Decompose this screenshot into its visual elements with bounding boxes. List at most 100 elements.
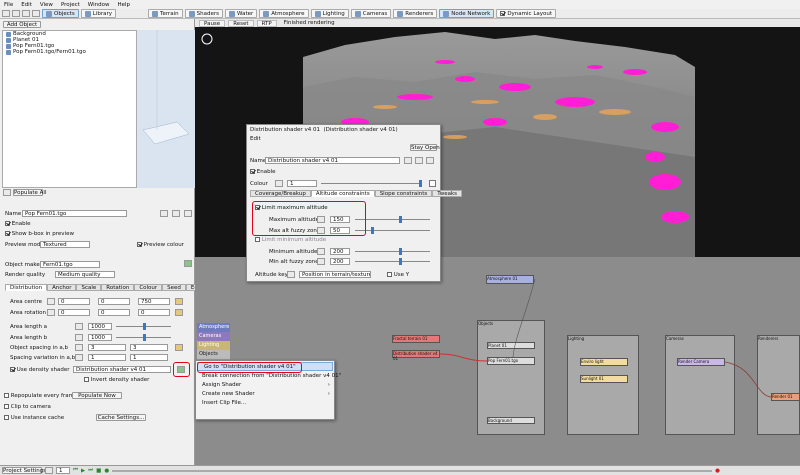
invert-density-toggle[interactable]: Invert density shader <box>84 377 149 383</box>
copy-icon[interactable] <box>172 210 180 217</box>
clip-camera-checkbox[interactable] <box>4 404 9 409</box>
cache-settings-button[interactable]: Cache Settings... <box>96 414 146 421</box>
tab-coverage[interactable]: Coverage/Breakup <box>250 190 311 197</box>
max-alt-slider[interactable] <box>355 219 430 220</box>
object-spacing-a[interactable]: 3 <box>88 344 126 351</box>
water-tab[interactable]: Water <box>225 9 258 18</box>
popup-item-lighting[interactable]: Lighting <box>197 341 230 350</box>
spacing-variation-dropdown-icon[interactable] <box>75 354 83 361</box>
stay-open-button[interactable]: Stay Open <box>410 144 440 151</box>
tab-colour[interactable]: Colour <box>134 284 163 291</box>
terrain-tab[interactable]: Terrain <box>148 9 183 18</box>
spacing-variation-b[interactable]: 1 <box>130 354 168 361</box>
invert-density-checkbox[interactable] <box>84 377 89 382</box>
objects-tab[interactable]: Objects <box>42 9 79 18</box>
dialog-help-icon[interactable] <box>426 157 434 164</box>
limit-min-checkbox[interactable] <box>255 237 260 242</box>
populate-options-icon[interactable] <box>3 189 11 196</box>
altitude-key-dropdown-icon[interactable] <box>287 271 295 278</box>
area-length-b-dropdown-icon[interactable] <box>75 334 83 341</box>
show-bbox-checkbox[interactable] <box>5 231 10 236</box>
popup-item-cameras[interactable]: Cameras <box>197 332 230 341</box>
area-length-b-slider-thumb[interactable] <box>143 334 146 341</box>
play-icon[interactable]: ▶ <box>81 468 85 474</box>
colour-slider[interactable] <box>321 183 421 184</box>
tab-rotation[interactable]: Rotation <box>101 284 135 291</box>
node-link-icon[interactable] <box>184 260 192 267</box>
menu-item-assign-shader[interactable]: Assign Shader › <box>196 381 334 390</box>
popup-item-atmosphere[interactable]: Atmosphere <box>197 323 230 332</box>
use-cache-toggle[interactable]: Use instance cache <box>4 415 64 421</box>
object-maker-input[interactable]: Fern01.tgo <box>40 261 100 268</box>
frame-input[interactable]: 1 <box>56 467 70 474</box>
limit-min-toggle[interactable]: Limit minimum altitude <box>255 237 326 243</box>
repopulate-checkbox[interactable] <box>4 393 9 398</box>
dialog-enable-toggle[interactable]: Enable <box>250 169 275 175</box>
menu-edit[interactable]: Edit <box>21 2 32 8</box>
density-shader-field[interactable]: Distribution shader v4 01 <box>73 366 171 373</box>
colour-input[interactable]: 1 <box>287 180 317 187</box>
populate-now-button[interactable]: Populate Now <box>72 392 122 399</box>
min-fuzzy-dropdown-icon[interactable] <box>317 258 325 265</box>
object-spacing-dropdown-icon[interactable] <box>75 344 83 351</box>
use-y-checkbox[interactable] <box>387 272 392 277</box>
preview-colour-checkbox[interactable] <box>137 242 142 247</box>
colour-slider-thumb[interactable] <box>419 180 422 187</box>
min-fuzzy-input[interactable]: 200 <box>330 258 350 265</box>
first-frame-icon[interactable]: ⏮ <box>73 467 78 474</box>
gear-icon[interactable] <box>160 210 168 217</box>
enable-toggle[interactable]: Enable <box>5 221 30 227</box>
use-y-toggle[interactable]: Use Y <box>387 272 409 278</box>
help-icon[interactable] <box>184 210 192 217</box>
project-settings-button[interactable]: Project Settings... <box>2 467 51 474</box>
rtp-button[interactable]: RTP <box>256 19 277 27</box>
spacing-variation-a[interactable]: 1 <box>88 354 126 361</box>
min-alt-dropdown-icon[interactable] <box>317 248 325 255</box>
area-rotation-y[interactable]: 0 <box>98 309 130 316</box>
dialog-edit-menu[interactable]: Edit <box>250 136 261 142</box>
min-alt-input[interactable]: 200 <box>330 248 350 255</box>
timeline-icon[interactable] <box>45 467 53 474</box>
alert-icon[interactable]: ● <box>715 468 720 474</box>
render-quality-select[interactable]: Medium quality <box>55 271 115 278</box>
library-tab[interactable]: Library <box>80 9 117 18</box>
tab-seed[interactable]: Seed <box>162 284 186 291</box>
area-length-a-input[interactable]: 1000 <box>88 323 112 330</box>
tab-slope[interactable]: Slope constraints <box>374 190 433 197</box>
atmosphere-tab[interactable]: Atmosphere <box>259 9 309 18</box>
dialog-enable-checkbox[interactable] <box>250 169 255 174</box>
preview-mode-select[interactable]: Textured <box>40 241 90 248</box>
min-alt-slider[interactable] <box>355 251 430 252</box>
area-rotation-z[interactable]: 0 <box>138 309 170 316</box>
max-fuzzy-slider-thumb[interactable] <box>371 227 374 234</box>
tab-distribution[interactable]: Distribution <box>5 284 48 291</box>
reset-button[interactable]: Reset <box>228 19 254 27</box>
menu-item-insert-clip[interactable]: Insert Clip File... <box>196 399 334 408</box>
use-density-toggle[interactable]: Use density shader <box>10 367 70 373</box>
menu-item-break-connection[interactable]: Break connection from "Distribution shad… <box>196 372 341 381</box>
area-length-a-dropdown-icon[interactable] <box>75 323 83 330</box>
node-network-tab[interactable]: Node Network <box>439 9 495 18</box>
min-alt-slider-thumb[interactable] <box>399 248 402 255</box>
min-fuzzy-slider-thumb[interactable] <box>399 258 402 265</box>
preview-colour-toggle[interactable]: Preview colour <box>137 242 184 248</box>
area-centre-y[interactable]: 0 <box>98 298 130 305</box>
area-rotation-link-icon[interactable] <box>175 309 183 316</box>
menu-view[interactable]: View <box>40 2 53 8</box>
altitude-key-select[interactable]: Position in terrain/texture <box>299 271 371 278</box>
menu-item-create-shader[interactable]: Create new Shader › <box>196 390 334 399</box>
tab-anchor[interactable]: Anchor <box>47 284 77 291</box>
record-icon[interactable]: ● <box>104 468 109 474</box>
menu-file[interactable]: File <box>4 2 13 8</box>
menu-help[interactable]: Help <box>117 2 130 8</box>
redo-icon[interactable] <box>12 10 20 17</box>
area-centre-dropdown-icon[interactable] <box>47 298 55 305</box>
object-spacing-link-icon[interactable] <box>175 344 183 351</box>
tab-tweaks[interactable]: Tweaks <box>432 190 463 197</box>
area-centre-z[interactable]: 750 <box>138 298 170 305</box>
dialog-name-input[interactable]: Distribution shader v4 01 <box>265 157 400 164</box>
menu-project[interactable]: Project <box>61 2 80 8</box>
stop-icon[interactable]: ■ <box>96 468 101 474</box>
enable-checkbox[interactable] <box>5 221 10 226</box>
dynamic-layout-toggle[interactable]: Dynamic Layout <box>496 9 557 18</box>
